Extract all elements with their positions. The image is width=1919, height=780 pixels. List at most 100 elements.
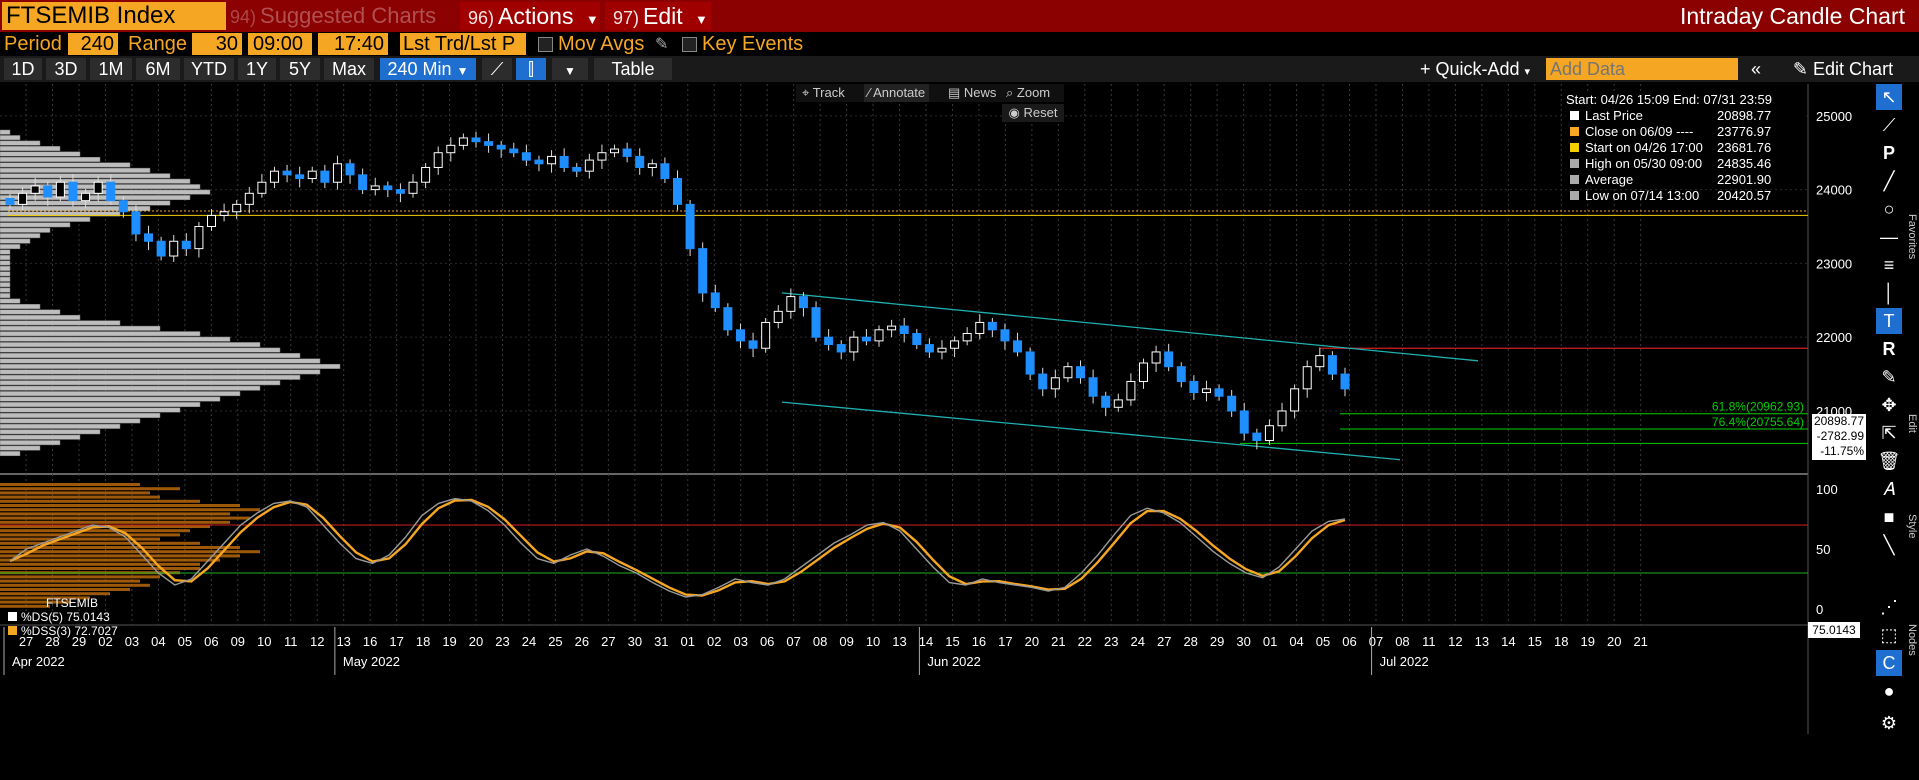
refresh-icon[interactable]: C [1876, 650, 1902, 676]
candle-up [547, 155, 557, 165]
range-input[interactable]: 30 [192, 33, 242, 55]
chart-type-dropdown[interactable]: ▼ [552, 58, 588, 80]
actions-menu[interactable]: 96) Actions ▼ [460, 2, 600, 30]
nodes-tab[interactable]: Nodes [1904, 624, 1918, 684]
candle-chart-icon[interactable]: ⫿ [516, 58, 546, 80]
edit-tab[interactable]: Edit [1904, 414, 1918, 454]
x-tick-label: 10 [866, 634, 880, 649]
stoch-volume-bar [0, 504, 240, 507]
range-3d-button[interactable]: 3D [46, 58, 86, 80]
volume-bar [0, 445, 41, 451]
channel-icon[interactable]: ≡ [1876, 252, 1902, 278]
pen-icon[interactable]: ╱ [1876, 168, 1902, 194]
legend-value: 24835.46 [1717, 156, 1772, 171]
x-tick-label: 18 [1554, 634, 1568, 649]
volume-bar [0, 146, 61, 152]
text-p-icon[interactable]: P [1876, 140, 1902, 166]
double-chevron-left-icon[interactable]: « [1744, 58, 1768, 80]
x-tick-label: 07 [1369, 634, 1383, 649]
style-tab[interactable]: Style [1904, 514, 1918, 564]
legend-label: Average [1585, 172, 1634, 187]
period-input[interactable]: 240 [68, 33, 118, 55]
draw-line-icon[interactable]: ⟋ [1876, 112, 1902, 138]
candle-up [244, 192, 254, 205]
key-events-checkbox[interactable] [682, 37, 697, 52]
range-1m-button[interactable]: 1M [90, 58, 132, 80]
track-button[interactable]: ⌖ Track [802, 84, 845, 102]
mov-avgs-checkbox[interactable] [538, 37, 553, 52]
candle-down [5, 197, 15, 205]
palette-icon[interactable]: ● [1876, 678, 1902, 704]
range-6m-button[interactable]: 6M [136, 58, 180, 80]
range-ytd-button[interactable]: YTD [184, 58, 234, 80]
zoom-button[interactable]: ⌕ Zoom [1006, 84, 1050, 102]
range-1d-button[interactable]: 1D [4, 58, 42, 80]
brush-icon[interactable]: ✎ [1876, 364, 1902, 390]
start-time-input[interactable]: 09:00 [248, 33, 312, 55]
chart-window: FTSEMIB Index 94) Suggested Charts 96) Act… [0, 0, 1919, 780]
trash-icon[interactable]: 🗑 [1876, 448, 1902, 474]
gear-icon[interactable]: ⚙ [1876, 710, 1902, 736]
reset-button[interactable]: ◉ Reset [1002, 104, 1064, 122]
suggested-charts-menu[interactable]: 94) Suggested Charts [230, 2, 455, 30]
volume-bar [0, 342, 261, 348]
quick-add-button[interactable]: + Quick-Add ▾ [1410, 58, 1540, 80]
candle-down [484, 141, 494, 146]
table-button[interactable]: Table [594, 58, 672, 80]
x-tick-label: 13 [336, 634, 350, 649]
line-style-icon[interactable]: ╲ [1876, 532, 1902, 558]
circle-icon[interactable]: ○ [1876, 196, 1902, 222]
end-time-input[interactable]: 17:40 [318, 33, 388, 55]
stoch-volume-bar [0, 575, 160, 579]
candle-up [18, 192, 28, 205]
chart-controls: ⌖ Track ⁄ Annotate ▤ News ⌕ Zoom [796, 84, 1064, 102]
select-icon[interactable]: ⇱ [1876, 420, 1902, 446]
horizontal-line-icon[interactable]: — [1876, 224, 1902, 250]
month-label: Apr 2022 [12, 654, 65, 669]
x-tick-label: 24 [1131, 634, 1145, 649]
candle-down [156, 240, 166, 257]
stoch-volume-bar [0, 495, 160, 499]
stoch-volume-bar [0, 529, 190, 533]
candle-up [458, 137, 468, 146]
ticker-field[interactable]: FTSEMIB Index [2, 2, 226, 30]
pointer-icon[interactable]: ↖ [1876, 84, 1902, 110]
legend-row: High on 05/30 09:00 24835.46 [1566, 156, 1806, 172]
range-5y-button[interactable]: 5Y [280, 58, 320, 80]
text-t-icon[interactable]: T [1876, 308, 1902, 334]
volume-bar [0, 151, 81, 157]
legend-row: Low on 07/14 13:00 20420.57 [1566, 188, 1806, 204]
dotted-line-icon[interactable]: ⋰ [1876, 594, 1902, 620]
range-1y-button[interactable]: 1Y [238, 58, 276, 80]
favorites-tab[interactable]: Favorites [1904, 214, 1918, 304]
legend-header: Start: 04/26 15:09 End: 07/31 23:59 [1566, 92, 1772, 107]
candle-down [660, 163, 670, 180]
volume-bar [0, 423, 121, 429]
candle-up [962, 332, 972, 342]
legend-swatch-icon [1570, 127, 1579, 136]
interval-select[interactable]: 240 Min ▼ [380, 58, 476, 80]
line-chart-icon[interactable]: ⟋ [482, 58, 512, 80]
pencil-icon[interactable]: ✎ [655, 34, 668, 54]
stoch-volume-bar [0, 483, 140, 486]
edit-chart-button[interactable]: ✎ Edit Chart [1772, 58, 1914, 80]
price-field-select[interactable]: Lst Trd/Lst P [400, 33, 526, 55]
candle-up [1126, 380, 1136, 401]
annotate-button[interactable]: ⁄ Annotate [864, 84, 930, 102]
fill-square-icon[interactable]: ■ [1876, 504, 1902, 530]
font-icon[interactable]: 𝐴 [1876, 476, 1902, 502]
candle-up [433, 152, 443, 168]
range-max-button[interactable]: Max [324, 58, 374, 80]
stoch-volume-bar [0, 491, 150, 495]
x-tick-label: 20 [469, 634, 483, 649]
add-data-input[interactable] [1546, 58, 1738, 80]
edit-menu[interactable]: 97) Edit ▼ [605, 2, 711, 30]
x-tick-label: 15 [945, 634, 959, 649]
plus-icon: + [1419, 59, 1431, 79]
move-icon[interactable]: ✥ [1876, 392, 1902, 418]
r-icon[interactable]: R [1876, 336, 1902, 362]
news-button[interactable]: ▤ News [948, 84, 996, 102]
vertical-line-icon[interactable]: │ [1876, 280, 1902, 306]
dotted-box-icon[interactable]: ⬚ [1876, 622, 1902, 648]
candle-up [169, 240, 179, 257]
